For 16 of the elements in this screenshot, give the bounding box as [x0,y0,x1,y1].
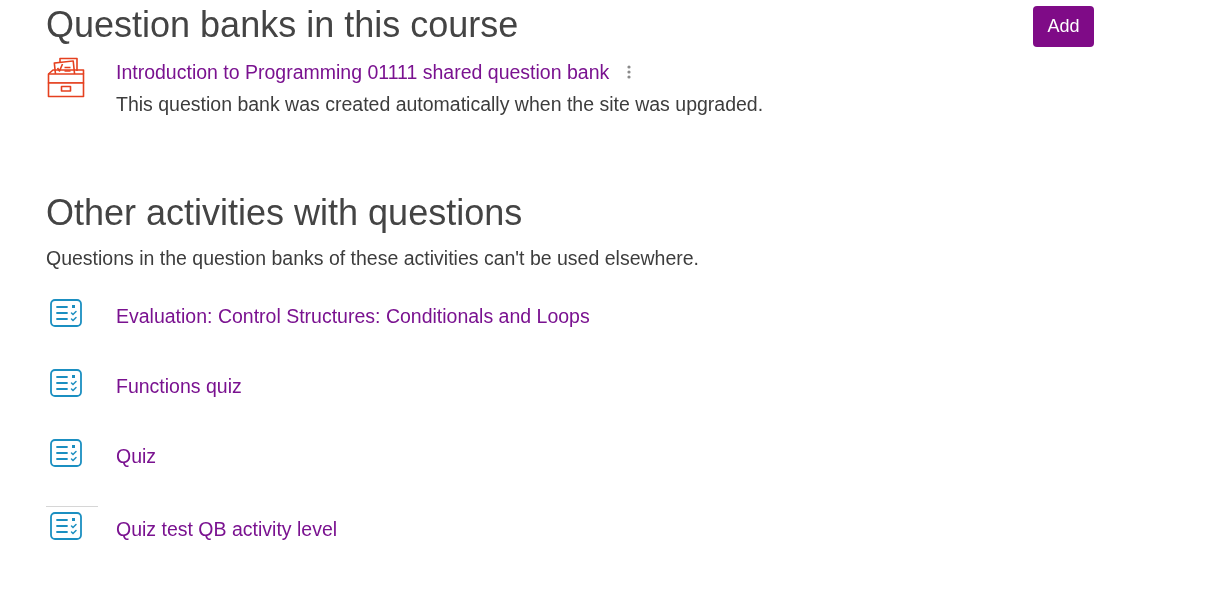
question-bank-link[interactable]: Introduction to Programming 01111 shared question bank [116,60,610,84]
quiz-icon [50,299,82,327]
add-button[interactable]: Add [1033,6,1094,47]
activity-link[interactable]: Quiz test QB activity level [116,517,338,541]
section-description: Questions in the question banks of these activities can't be used elsewhere. [46,246,701,270]
quiz-icon [50,369,82,397]
quiz-icon [50,439,82,467]
section-heading: Other activities with questions [46,192,524,233]
activity-link[interactable]: Functions quiz [116,374,242,398]
question-bank-description: This question bank was created automatically when the site was upgraded. [116,92,764,116]
more-options-icon[interactable] [627,65,632,79]
section-heading: Question banks in this course [46,4,519,45]
card-box-icon [47,57,85,98]
activity-link[interactable]: Evaluation: Control Structures: Conditionals and Loops [116,304,590,328]
activity-link[interactable]: Quiz [116,444,157,468]
quiz-icon [50,512,82,540]
